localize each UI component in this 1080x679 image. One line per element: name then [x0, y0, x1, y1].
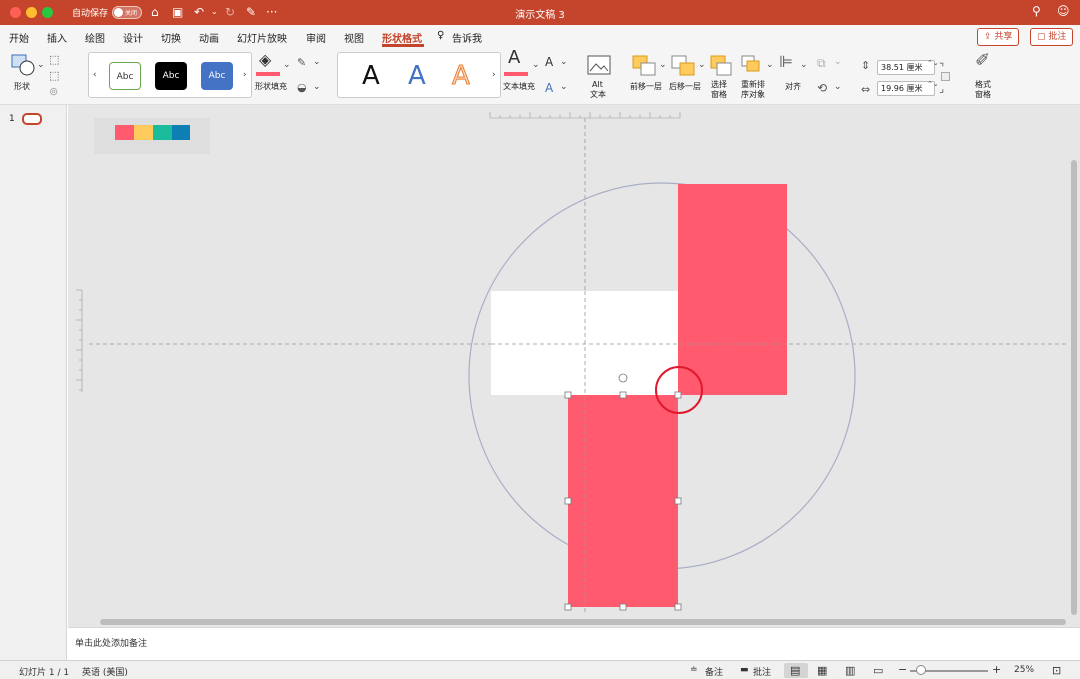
left-ruler — [76, 289, 83, 392]
zoom-out-icon[interactable]: − — [898, 663, 907, 676]
slide-sorter-icon[interactable]: ▦ — [817, 664, 827, 677]
comments-toggle-button[interactable]: 批注 — [753, 665, 771, 678]
status-bar: 幻灯片 1 / 1 英语 (美国) ≐ 备注 ▬ 批注 ▤ ▦ ▥ ▭ − + … — [0, 660, 1080, 679]
slideshow-icon[interactable]: ▭ — [873, 664, 883, 677]
white-rectangle-shape[interactable] — [491, 291, 678, 395]
vertical-scrollbar[interactable] — [1071, 160, 1077, 615]
language-indicator[interactable]: 英语 (美国) — [82, 665, 128, 678]
zoom-in-icon[interactable]: + — [992, 663, 1001, 676]
notes-toggle-button[interactable]: 备注 — [705, 665, 723, 678]
palette-swatch-blue[interactable] — [172, 125, 190, 140]
upper-red-rectangle-shape[interactable] — [678, 184, 787, 395]
palette-swatch-yellow[interactable] — [134, 125, 153, 140]
reading-view-icon[interactable]: ▥ — [845, 664, 855, 677]
normal-view-icon[interactable]: ▤ — [790, 664, 800, 677]
slide-graphics — [76, 112, 1068, 615]
palette-swatch-red[interactable] — [115, 125, 134, 140]
horizontal-scrollbar[interactable] — [100, 619, 1066, 625]
notes-icon: ≐ — [690, 665, 698, 675]
rotation-handle[interactable] — [618, 373, 628, 383]
lower-red-rectangle-shape[interactable] — [568, 395, 678, 607]
palette-swatch-teal[interactable] — [153, 125, 172, 140]
slide-counter: 幻灯片 1 / 1 — [19, 668, 70, 678]
comments-icon: ▬ — [740, 665, 749, 675]
zoom-slider-knob[interactable] — [916, 665, 926, 675]
top-ruler — [489, 112, 681, 119]
fit-to-window-icon[interactable]: ⊡ — [1052, 664, 1061, 677]
zoom-level[interactable]: 25% — [1014, 665, 1034, 675]
notes-pane[interactable]: 单击此处添加备注 — [68, 627, 1080, 660]
notes-placeholder: 单击此处添加备注 — [75, 639, 148, 649]
